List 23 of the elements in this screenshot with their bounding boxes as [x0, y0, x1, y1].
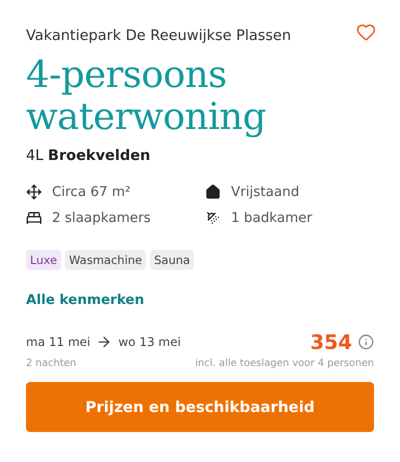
- prices-availability-button[interactable]: Prijzen en beschikbaarheid: [26, 382, 374, 432]
- bed-icon: [26, 210, 42, 226]
- price: 354: [310, 330, 352, 354]
- feature-tag: Sauna: [150, 250, 194, 270]
- all-features-link[interactable]: Alle kenmerken: [26, 292, 144, 308]
- feature-text: 2 slaapkamers: [52, 210, 151, 226]
- feature-text: 1 badkamer: [231, 210, 312, 226]
- move-arrows-icon: [26, 184, 42, 200]
- feature-tag: Luxe: [26, 250, 62, 270]
- feature-text: Vrijstaand: [231, 184, 300, 200]
- info-icon[interactable]: [358, 334, 374, 350]
- feature-tag: Wasmachine: [65, 250, 146, 270]
- park-name: Vakantiepark De Reeuwijkse Plassen: [26, 28, 292, 44]
- accommodation-code: 4L Broekvelden: [26, 148, 152, 164]
- arrival-date: ma 11 mei: [26, 335, 90, 349]
- nights-count: 2 nachten: [26, 358, 76, 369]
- feature-text: Circa 67 m²: [52, 184, 130, 200]
- shower-icon: [205, 210, 221, 226]
- departure-date: wo 13 mei: [118, 335, 181, 349]
- accommodation-title: 4-persoons waterwoning: [26, 54, 267, 138]
- price-note: incl. alle toeslagen voor 4 personen: [195, 358, 374, 369]
- house-icon: [205, 184, 221, 200]
- favorite-button[interactable]: [356, 22, 376, 42]
